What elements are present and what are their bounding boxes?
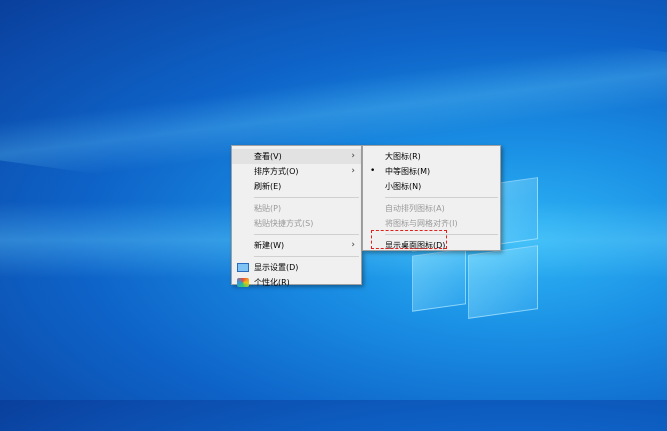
personalize-icon: [237, 278, 249, 287]
menu-item-new[interactable]: 新建(W) ›: [232, 238, 361, 253]
logo-pane: [468, 245, 538, 319]
desktop-context-menu: 查看(V) › 排序方式(O) › 刷新(E) 粘贴(P) 粘贴快捷方式(S) …: [231, 145, 362, 287]
submenu-item-show-desktop-icons[interactable]: 显示桌面图标(D): [363, 238, 500, 253]
menu-item-label: 排序方式(O): [254, 167, 299, 176]
display-settings-icon: [237, 263, 249, 272]
menu-item-refresh[interactable]: 刷新(E): [232, 179, 361, 194]
menu-separator: [254, 197, 359, 198]
menu-item-label: 显示设置(D): [254, 263, 299, 272]
menu-item-label: 中等图标(M): [385, 167, 431, 176]
menu-item-label: 粘贴快捷方式(S): [254, 219, 314, 228]
logo-pane: [412, 248, 466, 312]
menu-item-label: 自动排列图标(A): [385, 204, 445, 213]
menu-item-label: 新建(W): [254, 241, 285, 250]
menu-item-personalize[interactable]: 个性化(R): [232, 275, 361, 290]
menu-item-display-settings[interactable]: 显示设置(D): [232, 260, 361, 275]
menu-item-paste: 粘贴(P): [232, 201, 361, 216]
submenu-item-large-icons[interactable]: 大图标(R): [363, 149, 500, 164]
menu-separator: [385, 234, 498, 235]
menu-separator: [254, 256, 359, 257]
menu-item-sort-by[interactable]: 排序方式(O) ›: [232, 164, 361, 179]
submenu-item-align-to-grid: 将图标与网格对齐(I): [363, 216, 500, 231]
submenu-arrow-icon: ›: [351, 240, 355, 250]
submenu-item-medium-icons[interactable]: • 中等图标(M): [363, 164, 500, 179]
menu-separator: [385, 197, 498, 198]
submenu-arrow-icon: ›: [351, 166, 355, 176]
menu-item-label: 将图标与网格对齐(I): [385, 219, 458, 228]
submenu-arrow-icon: ›: [351, 151, 355, 161]
submenu-item-auto-arrange: 自动排列图标(A): [363, 201, 500, 216]
menu-separator: [254, 234, 359, 235]
submenu-item-small-icons[interactable]: 小图标(N): [363, 179, 500, 194]
menu-item-label: 大图标(R): [385, 152, 421, 161]
menu-item-label: 显示桌面图标(D): [385, 241, 446, 250]
menu-item-view[interactable]: 查看(V) ›: [232, 149, 361, 164]
view-submenu: 大图标(R) • 中等图标(M) 小图标(N) 自动排列图标(A) 将图标与网格…: [362, 145, 501, 251]
menu-item-label: 刷新(E): [254, 182, 282, 191]
menu-item-paste-shortcut: 粘贴快捷方式(S): [232, 216, 361, 231]
selected-bullet-icon: •: [370, 166, 376, 176]
menu-item-label: 小图标(N): [385, 182, 422, 191]
menu-item-label: 粘贴(P): [254, 204, 282, 213]
menu-item-label: 个性化(R): [254, 278, 290, 287]
menu-item-label: 查看(V): [254, 152, 282, 161]
